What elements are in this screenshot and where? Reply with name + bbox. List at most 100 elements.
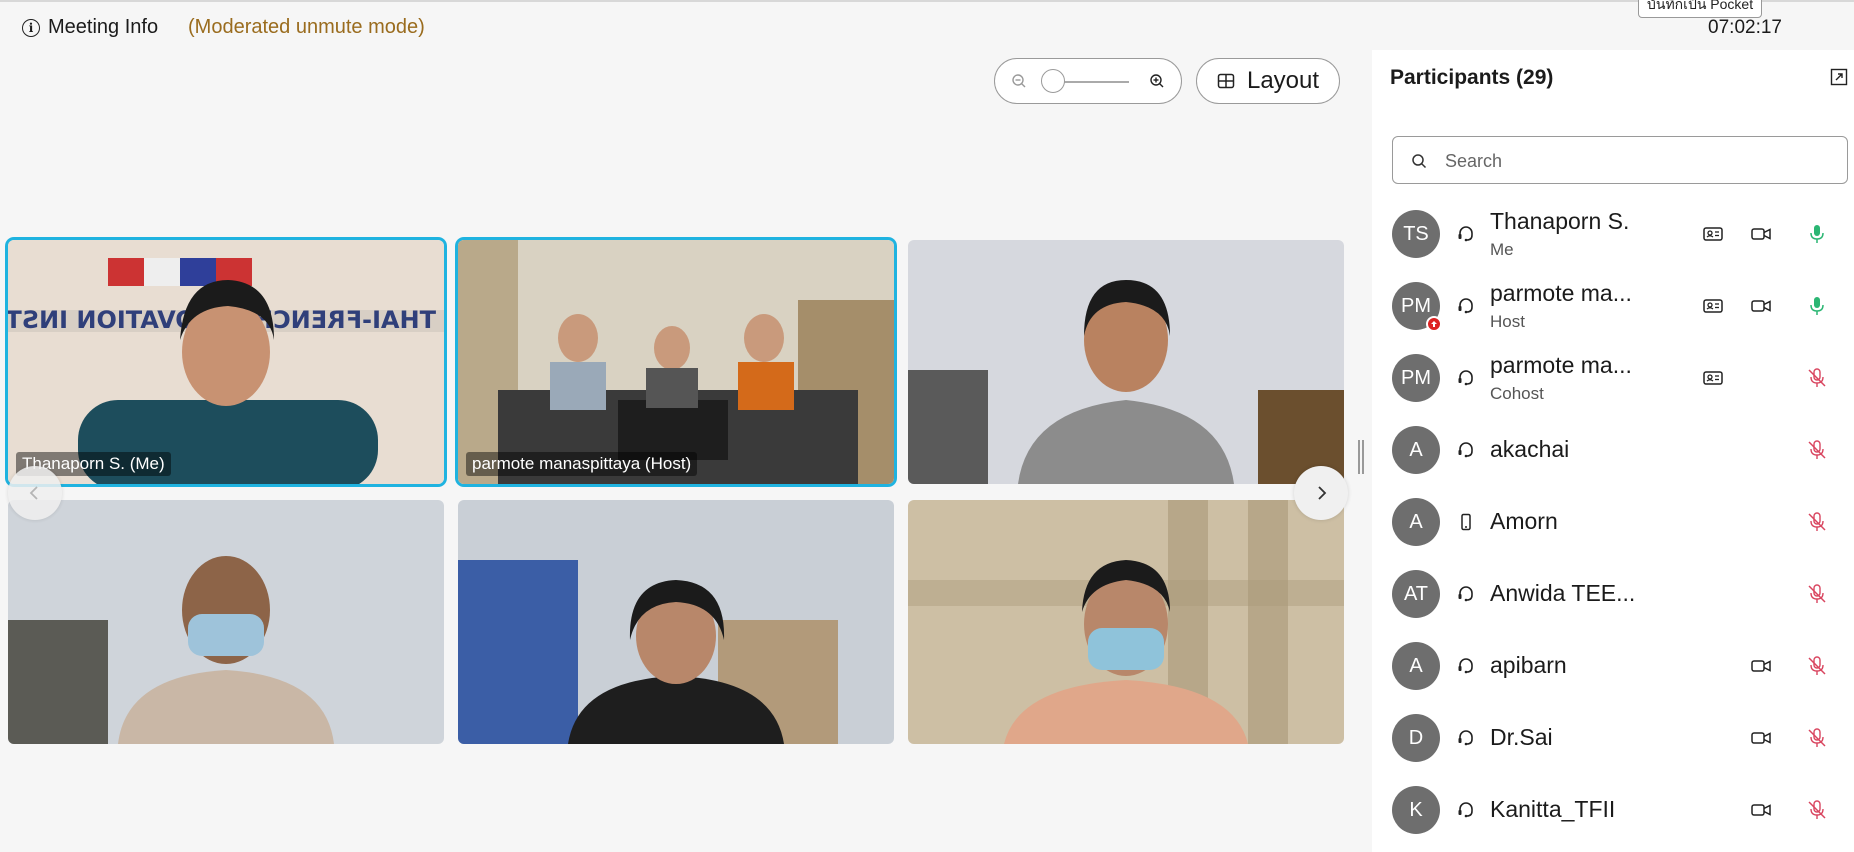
camera-icon[interactable] <box>1750 295 1772 317</box>
video-feed <box>908 240 1344 484</box>
participant-row[interactable]: Aapibarn <box>1372 630 1854 702</box>
participant-row[interactable]: AT Anwida TEE... <box>1372 558 1854 630</box>
participant-role: Host <box>1490 312 1525 331</box>
avatar-initials: D <box>1408 726 1424 749</box>
camera-icon[interactable] <box>1750 655 1772 677</box>
headset-icon <box>1456 728 1476 748</box>
participant-row[interactable]: D Dr.Sai <box>1372 702 1854 774</box>
avatar: K <box>1392 786 1440 834</box>
participant-row[interactable]: K Kanitta_TFII <box>1372 774 1854 846</box>
participant-name: Anwida TEE... <box>1490 580 1636 606</box>
contact-card-icon[interactable] <box>1702 295 1724 317</box>
microphone-muted-icon[interactable] <box>1806 583 1828 605</box>
participant-name: apibarn <box>1490 652 1567 678</box>
participant-name: parmote ma... <box>1490 280 1632 306</box>
search-icon <box>1412 154 1427 169</box>
participant-role: Cohost <box>1490 384 1544 403</box>
microphone-icon[interactable] <box>1806 295 1828 317</box>
participant-name: Dr.Sai <box>1490 724 1553 750</box>
avatar-initials: PM <box>1401 366 1431 389</box>
headset-icon <box>1456 800 1476 820</box>
meeting-info-button[interactable]: i Meeting Info <box>22 16 158 39</box>
layout-grid-icon <box>1217 73 1235 89</box>
avatar: AT <box>1392 570 1440 618</box>
unmute-mode-label: (Moderated unmute mode) <box>188 16 425 38</box>
headset-icon <box>1456 368 1476 388</box>
popout-icon[interactable] <box>1830 68 1848 86</box>
microphone-muted-icon[interactable] <box>1806 655 1828 677</box>
avatar: TS <box>1392 210 1440 258</box>
sharing-badge-icon <box>1426 316 1442 332</box>
chevron-right-icon <box>1318 486 1327 500</box>
microphone-muted-icon[interactable] <box>1806 439 1828 461</box>
avatar-initials: TS <box>1403 222 1429 245</box>
video-tile-participant[interactable] <box>8 500 444 744</box>
phone-icon <box>1456 512 1476 532</box>
contact-card-icon[interactable] <box>1702 223 1724 245</box>
top-bar: i Meeting Info (Moderated unmute mode) บ… <box>0 0 1854 50</box>
microphone-icon[interactable] <box>1806 223 1828 245</box>
camera-icon[interactable] <box>1750 799 1772 821</box>
layout-button[interactable]: Layout <box>1196 58 1340 104</box>
participant-row[interactable]: Aakachai <box>1372 414 1854 486</box>
participant-row[interactable]: A Amorn <box>1372 486 1854 558</box>
participant-row[interactable]: PM parmote ma... Cohost <box>1372 342 1854 414</box>
headset-icon <box>1456 296 1476 316</box>
participant-list: TS Thanaporn S. Me PM parmote ma... Host PM par… <box>1372 198 1854 846</box>
avatar-initials: A <box>1409 510 1423 533</box>
participant-name: Amorn <box>1490 508 1558 534</box>
search-input[interactable] <box>1443 145 1837 177</box>
participants-panel: Participants (29) TS Thanaporn S. Me PM parm… <box>1372 50 1854 852</box>
microphone-muted-icon[interactable] <box>1806 799 1828 821</box>
video-feed <box>458 500 894 744</box>
avatar: A <box>1392 426 1440 474</box>
microphone-muted-icon[interactable] <box>1806 511 1828 533</box>
chevron-left-icon <box>29 486 38 500</box>
participant-name: parmote ma... <box>1490 352 1632 378</box>
video-feed: THAI-FRENCH INNOVATION INSTITU <box>8 240 444 484</box>
avatar: D <box>1392 714 1440 762</box>
video-grid: THAI-FRENCH INNOVATION INSTITU Thanaporn… <box>8 240 1346 746</box>
zoom-out-icon[interactable] <box>1011 73 1027 89</box>
microphone-muted-icon[interactable] <box>1806 367 1828 389</box>
video-tile-participant[interactable] <box>908 240 1344 484</box>
avatar-initials: PM <box>1401 294 1431 317</box>
participant-row[interactable]: TS Thanaporn S. Me <box>1372 198 1854 270</box>
video-feed <box>908 500 1344 744</box>
participant-search <box>1392 136 1848 184</box>
avatar: PM <box>1392 282 1442 332</box>
info-icon: i <box>22 18 40 37</box>
tile-name-label: parmote manaspittaya (Host) <box>466 452 698 476</box>
contact-card-icon[interactable] <box>1702 367 1724 389</box>
microphone-muted-icon[interactable] <box>1806 727 1828 749</box>
panel-resize-handle[interactable] <box>1358 440 1364 474</box>
headset-icon <box>1456 440 1476 460</box>
next-page-button[interactable] <box>1294 466 1348 520</box>
zoom-control <box>994 58 1182 104</box>
participant-role: Me <box>1490 240 1514 259</box>
participant-name: akachai <box>1490 436 1570 462</box>
video-tile-participant[interactable] <box>908 500 1344 744</box>
zoom-in-icon[interactable] <box>1149 73 1165 89</box>
previous-page-button[interactable] <box>8 466 62 520</box>
meeting-info-label: Meeting Info <box>48 16 159 38</box>
video-tile-self[interactable]: THAI-FRENCH INNOVATION INSTITU Thanaporn… <box>8 240 444 484</box>
meeting-clock: 07:02:17 <box>1708 17 1782 38</box>
participant-row[interactable]: PM parmote ma... Host <box>1372 270 1854 342</box>
participants-title: Participants (29) <box>1390 66 1554 89</box>
avatar: A <box>1392 498 1440 546</box>
avatar-initials: K <box>1409 798 1423 821</box>
avatar-initials: A <box>1409 438 1423 461</box>
video-feed <box>8 500 444 744</box>
camera-icon[interactable] <box>1750 223 1772 245</box>
zoom-slider-thumb[interactable] <box>1041 69 1065 93</box>
headset-icon <box>1456 584 1476 604</box>
participant-name: Kanitta_TFII <box>1490 796 1616 822</box>
video-tile-participant[interactable] <box>458 500 894 744</box>
avatar-initials: AT <box>1403 582 1429 605</box>
headset-icon <box>1456 224 1476 244</box>
browser-tooltip: บันทึกเป็น Pocket <box>1638 0 1763 18</box>
video-tile-host[interactable]: parmote manaspittaya (Host) <box>458 240 894 484</box>
camera-icon[interactable] <box>1750 727 1772 749</box>
avatar: PM <box>1392 354 1440 402</box>
